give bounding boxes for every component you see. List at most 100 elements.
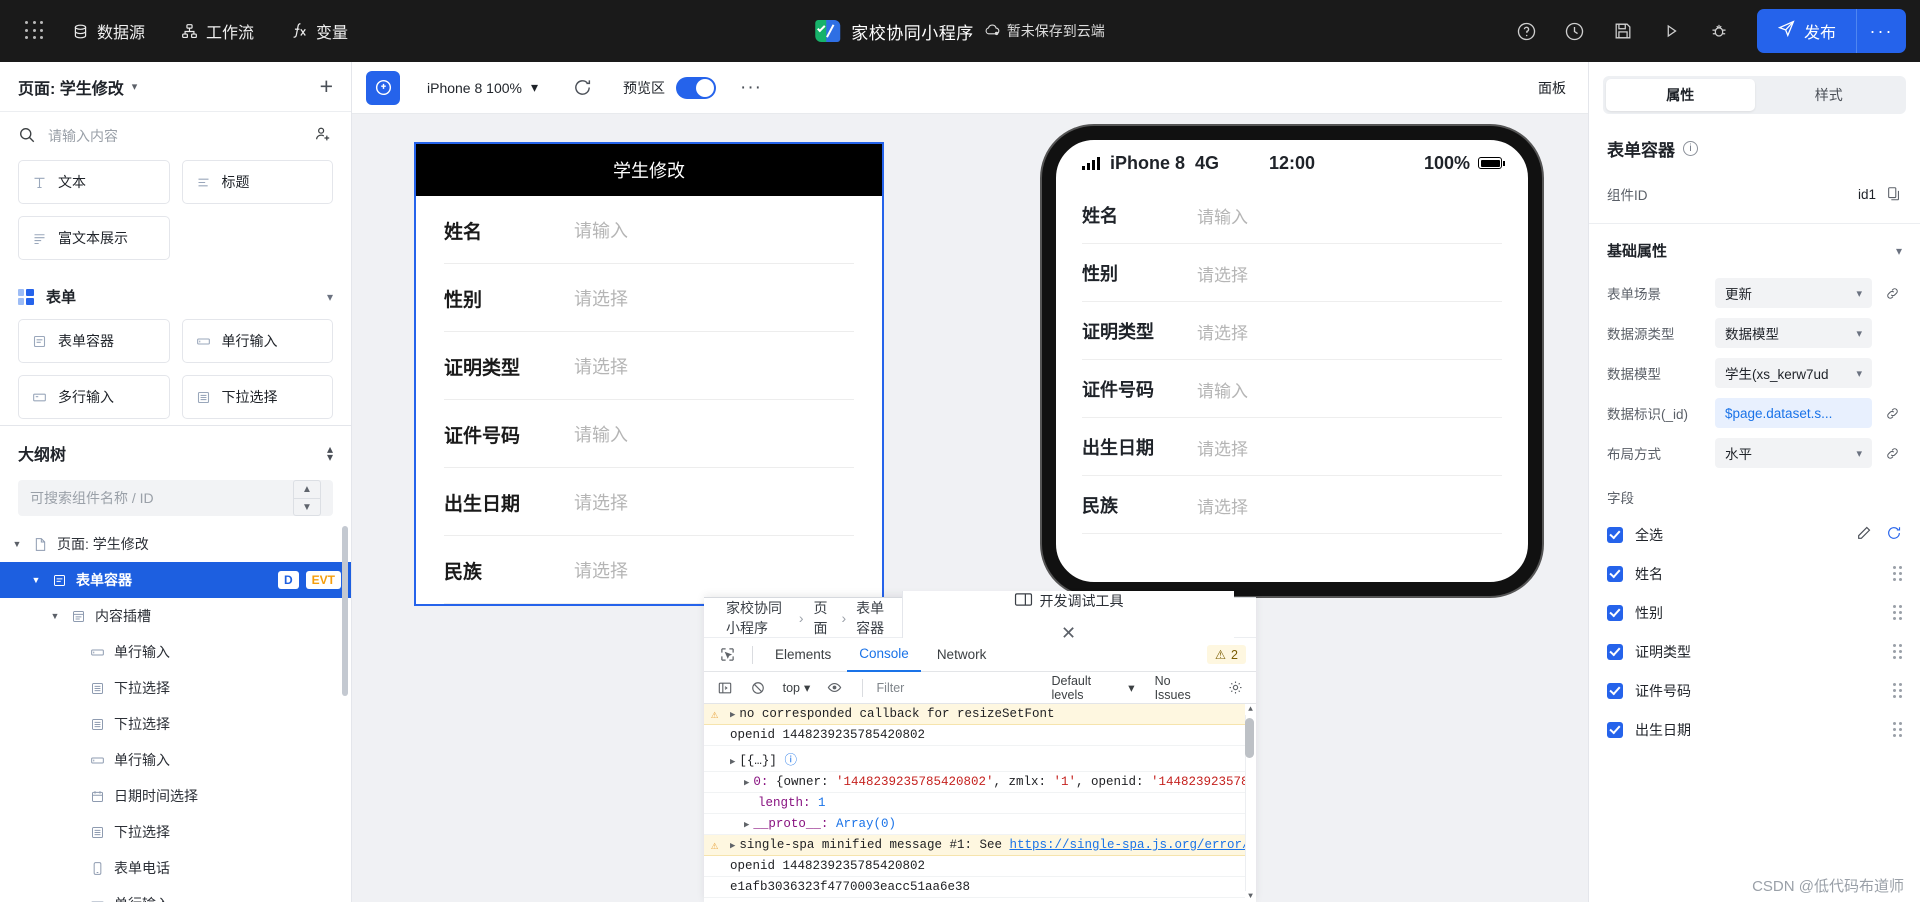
bind-variable-icon[interactable] <box>1882 286 1902 301</box>
expand-arrow-icon[interactable]: ▶ <box>730 710 735 720</box>
console-scrollbar-track[interactable]: ▲ ▼ <box>1245 704 1256 902</box>
tree-node[interactable]: ▼ 页面: 学生修改 <box>0 526 351 562</box>
info-icon[interactable]: i <box>1683 141 1698 156</box>
component-search-input[interactable] <box>48 128 302 144</box>
field-checkbox[interactable] <box>1607 721 1623 738</box>
field-checkbox[interactable] <box>1607 643 1623 660</box>
property-control[interactable]: $page.dataset.s... <box>1715 398 1872 428</box>
console-link[interactable]: https://single-spa.js.org/error/?code=1 <box>1009 838 1256 852</box>
console-line[interactable]: e1afb3036323f4770003eacc51aa6e38 <box>704 877 1256 898</box>
editor-form-row[interactable]: 民族 请选择 <box>416 536 882 604</box>
console-scroll-up-icon[interactable]: ▲ <box>1245 704 1256 715</box>
app-grid-icon[interactable] <box>18 14 52 48</box>
console-filter-input[interactable] <box>876 680 1038 695</box>
chevron-down-icon[interactable]: ▼ <box>29 575 43 585</box>
publish-more-button[interactable]: ··· <box>1856 9 1906 53</box>
drag-handle-icon[interactable] <box>1893 566 1902 581</box>
field-checkbox[interactable] <box>1607 526 1623 543</box>
tree-search-input[interactable] <box>30 490 285 506</box>
field-checkbox[interactable] <box>1607 565 1623 582</box>
field-row[interactable]: 性别 <box>1589 593 1920 632</box>
tree-nav-up[interactable]: ▲ <box>294 481 320 498</box>
badge-evt[interactable]: EVT <box>305 571 341 589</box>
tab-styles[interactable]: 样式 <box>1755 79 1904 111</box>
field-row[interactable]: 证明类型 <box>1589 632 1920 671</box>
preview-toggle[interactable]: 预览区 <box>623 76 716 99</box>
editor-form-row[interactable]: 证件号码 请输入 <box>416 400 882 468</box>
console-line[interactable]: ▶ 0: {owner: '1448239235785420802', zmlx:… <box>704 772 1256 793</box>
tab-network[interactable]: Network <box>925 638 999 672</box>
outline-tree[interactable]: ▼ 页面: 学生修改 ▼ 表单容器 D EVT ▼ 内容插槽 单行输入 下拉选择 下拉选择 单行输入日… <box>0 516 351 902</box>
console-line[interactable]: openid 1448239235785420802 <box>704 856 1256 877</box>
help-icon[interactable] <box>1505 9 1549 53</box>
tab-elements[interactable]: Elements <box>763 638 843 672</box>
component-card-text[interactable]: 文本 <box>18 160 170 204</box>
tree-node[interactable]: ▼ 内容插槽 <box>0 598 351 634</box>
console-scroll-down-icon[interactable]: ▼ <box>1245 891 1256 902</box>
drag-handle-icon[interactable] <box>1893 722 1902 737</box>
refresh-icon[interactable] <box>565 71 599 105</box>
property-control[interactable]: 学生(xs_kerw7ud ▾ <box>1715 358 1872 388</box>
chevron-down-icon[interactable]: ▾ <box>132 80 138 93</box>
expand-arrow-icon[interactable]: ▶ <box>744 820 749 830</box>
editor-form-row[interactable]: 性别 请选择 <box>416 264 882 332</box>
no-issues-label[interactable]: No Issues <box>1149 674 1215 702</box>
tree-node[interactable]: 表单电话 <box>0 850 351 886</box>
tree-node[interactable]: 日期时间选择 <box>0 778 351 814</box>
tab-properties[interactable]: 属性 <box>1606 79 1755 111</box>
tree-node[interactable]: 下拉选择 <box>0 670 351 706</box>
field-checkbox[interactable] <box>1607 604 1623 621</box>
chevron-down-icon[interactable]: ▾ <box>327 290 333 304</box>
breadcrumb-item[interactable]: 家校协同小程序 <box>726 598 789 638</box>
console-line[interactable]: ⚠ ▶ no corresponded callback for resizeSet… <box>704 704 1256 725</box>
devtools-toggle[interactable]: 开发调试工具 <box>1014 591 1124 611</box>
menu-variable[interactable]: 变量 <box>274 13 364 49</box>
field-row[interactable]: 证件号码 <box>1589 671 1920 710</box>
component-card-select[interactable]: 下拉选择 <box>181 375 333 419</box>
field-row[interactable]: 姓名 <box>1589 554 1920 593</box>
canvas-more-button[interactable]: ··· <box>730 77 772 99</box>
add-page-button[interactable]: + <box>320 75 333 98</box>
preview-switch[interactable] <box>676 76 716 99</box>
field-checkbox[interactable] <box>1607 682 1623 699</box>
basic-properties-section[interactable]: 基础属性 ▾ <box>1589 224 1920 273</box>
warning-count-badge[interactable]: ⚠ 2 <box>1206 645 1246 664</box>
edit-icon[interactable] <box>1856 525 1872 544</box>
console-sidebar-icon[interactable] <box>712 675 737 701</box>
component-card-input[interactable]: 单行输入 <box>181 319 333 363</box>
inspect-element-icon[interactable] <box>712 640 742 670</box>
property-control[interactable]: 数据模型 ▾ <box>1715 318 1872 348</box>
tree-node[interactable]: 单行输入 <box>0 742 351 778</box>
console-scrollbar-thumb[interactable] <box>1245 718 1254 758</box>
refresh-icon[interactable] <box>1886 525 1902 544</box>
console-line[interactable]: ▶ [{…}] ⓘ <box>704 746 1256 772</box>
property-control[interactable]: 更新 ▾ <box>1715 278 1872 308</box>
tree-node[interactable]: ▼ 表单容器 D EVT <box>0 562 351 598</box>
badge-d[interactable]: D <box>277 571 299 589</box>
page-title[interactable]: 页面: 学生修改 <box>18 75 124 99</box>
component-tree-toggle[interactable] <box>366 70 400 105</box>
tree-node[interactable]: 下拉选择 <box>0 814 351 850</box>
component-card-richtext[interactable]: 富文本展示 <box>18 216 170 260</box>
editor-form-row[interactable]: 姓名 请输入 <box>416 196 882 264</box>
expand-arrow-icon[interactable]: ▶ <box>730 841 735 851</box>
clear-console-icon[interactable] <box>745 675 770 701</box>
tree-node[interactable]: 单行输入 <box>0 886 351 902</box>
bind-variable-icon[interactable] <box>1882 446 1902 461</box>
editor-form-row[interactable]: 证明类型 请选择 <box>416 332 882 400</box>
console-line[interactable]: ▶ __proto__: Array(0) <box>704 814 1256 835</box>
copy-icon[interactable] <box>1886 186 1902 202</box>
tree-nav-down[interactable]: ▼ <box>294 498 320 515</box>
field-row[interactable]: 全选 <box>1589 515 1920 554</box>
device-selector[interactable]: iPhone 8 100% ▾ <box>414 72 551 103</box>
expand-arrow-icon[interactable]: ▶ <box>744 778 749 788</box>
field-row[interactable]: 出生日期 <box>1589 710 1920 749</box>
gear-icon[interactable] <box>1223 675 1248 701</box>
chevron-down-icon[interactable]: ▾ <box>1896 244 1902 258</box>
component-filter-icon[interactable] <box>314 125 333 147</box>
component-card-form-container[interactable]: 表单容器 <box>18 319 170 363</box>
console-context-selector[interactable]: top ▾ <box>779 680 815 696</box>
breadcrumb-item[interactable]: 页面 <box>813 598 831 638</box>
console-levels-selector[interactable]: Default levels ▾ <box>1046 674 1141 702</box>
console-output[interactable]: ⚠ ▶ no corresponded callback for resizeSet… <box>704 704 1256 902</box>
